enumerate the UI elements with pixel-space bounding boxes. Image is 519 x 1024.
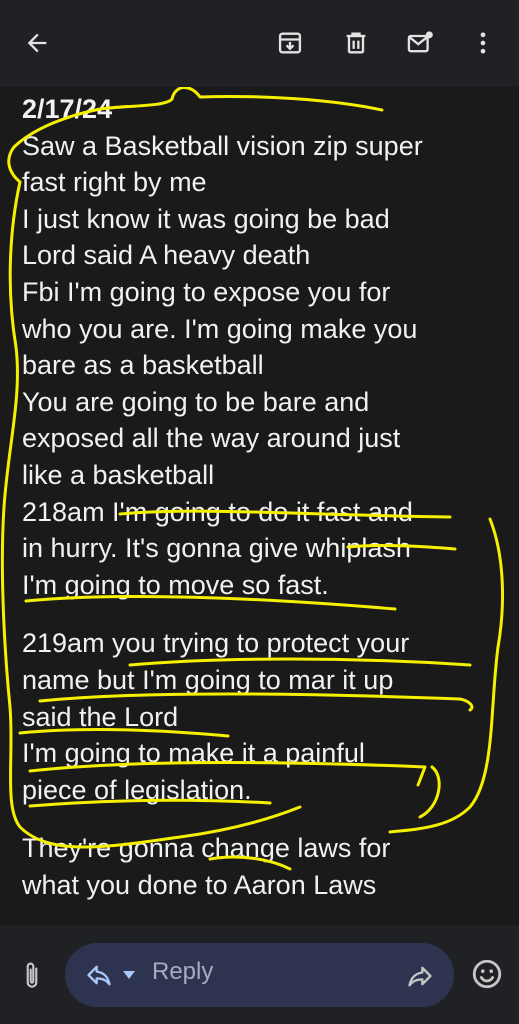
text-line: 218am I'm going to do it fast and — [22, 496, 413, 527]
paperclip-icon[interactable] — [18, 960, 46, 992]
text-line: what you done to Aaron Laws — [22, 869, 377, 900]
text-line: You are going to be bare and — [22, 386, 370, 417]
paragraph-3: They're gonna change laws for what you d… — [22, 830, 502, 903]
text-line: name but I'm going to mar it up — [22, 664, 394, 695]
paragraph-2: 219am you trying to protect your name bu… — [22, 625, 502, 808]
text-line: said the Lord — [22, 701, 179, 732]
emoji-icon[interactable] — [470, 957, 504, 991]
message-body-area: 2/17/24 Saw a Basketball vision zip supe… — [0, 87, 519, 925]
text-line: I'm going to move so fast. — [22, 569, 329, 600]
paragraph-1: Saw a Basketball vision zip super fast r… — [22, 128, 502, 604]
text-line: in hurry. It's gonna give whiplash — [22, 533, 411, 564]
text-line: Saw a Basketball vision zip super — [22, 130, 423, 161]
message-date: 2/17/24 — [22, 94, 113, 124]
reply-icon[interactable] — [84, 961, 114, 989]
text-line: bare as a basketball — [22, 350, 264, 381]
text-line: Lord said A heavy death — [22, 240, 311, 271]
text-line: 219am you trying to protect your — [22, 628, 410, 659]
mark-unread-icon[interactable] — [405, 28, 435, 58]
text-line: They're gonna change laws for — [22, 833, 391, 864]
trash-icon[interactable] — [341, 28, 371, 58]
text-line: I'm going to make it a painful — [22, 738, 365, 769]
back-arrow-icon[interactable] — [22, 28, 52, 58]
chevron-down-icon[interactable] — [121, 968, 137, 982]
text-line: Fbi I'm going to expose you for — [22, 276, 391, 307]
text-line: piece of legislation. — [22, 774, 252, 805]
forward-icon[interactable] — [405, 962, 435, 990]
top-app-bar — [0, 0, 519, 87]
text-line: exposed all the way around just — [22, 423, 401, 454]
text-line: who you are. I'm going make you — [22, 313, 418, 344]
more-options-icon[interactable] — [468, 28, 498, 58]
archive-icon[interactable] — [275, 28, 305, 58]
message-text: 2/17/24 Saw a Basketball vision zip supe… — [22, 91, 502, 903]
reply-label[interactable]: Reply — [152, 958, 213, 986]
text-line: like a basketball — [22, 459, 215, 490]
text-line: fast right by me — [22, 167, 207, 198]
text-line: I just know it was going be bad — [22, 203, 390, 234]
